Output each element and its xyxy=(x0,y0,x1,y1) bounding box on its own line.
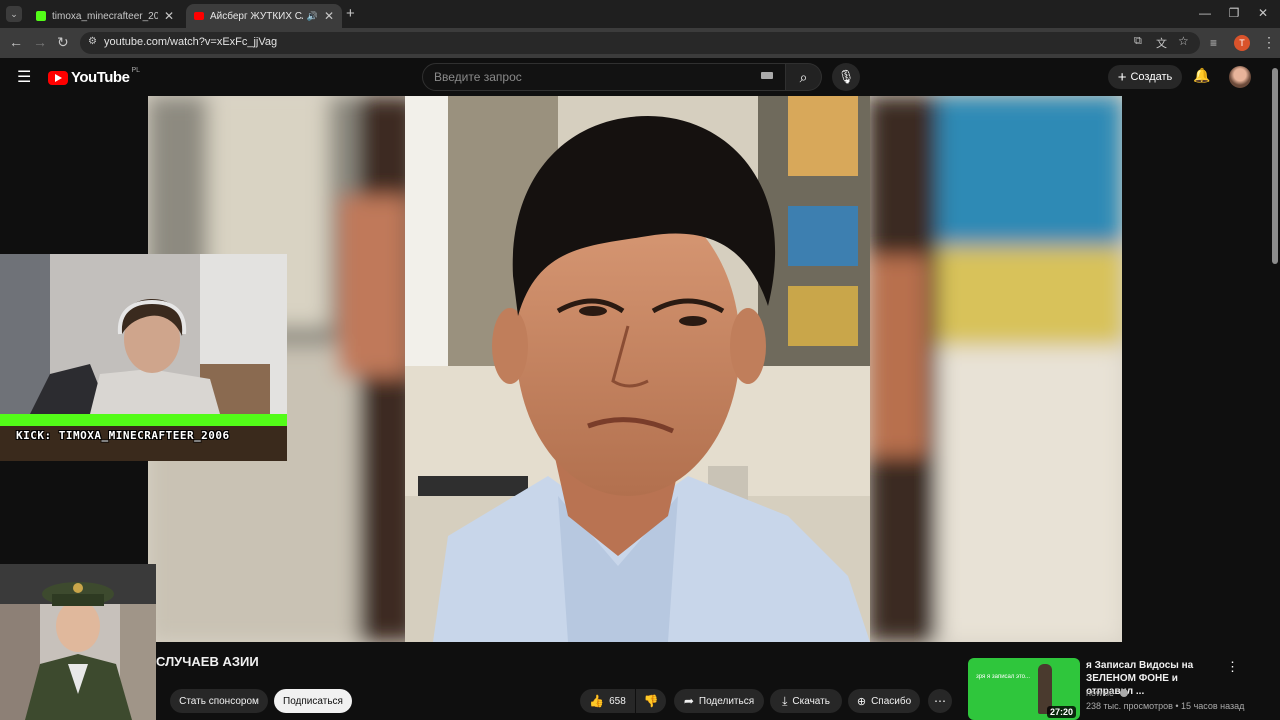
notifications-bell-icon[interactable]: 🔔 xyxy=(1193,67,1210,84)
keyboard-icon[interactable] xyxy=(761,72,773,79)
close-window-icon[interactable]: ✕ xyxy=(1248,6,1278,20)
sponsor-button[interactable]: Стать спонсором xyxy=(170,689,268,713)
like-count: 658 xyxy=(609,695,626,707)
subscribe-button[interactable]: Подписаться xyxy=(274,689,352,713)
share-icon: ➦ xyxy=(683,694,694,708)
webcam-image xyxy=(0,254,287,414)
close-tab-icon[interactable]: ✕ xyxy=(164,9,174,23)
tab-search-button[interactable]: ⌄ xyxy=(6,6,22,22)
video-duration: 27:20 xyxy=(1046,706,1076,718)
soldier-photo-overlay xyxy=(0,564,156,720)
search-placeholder: Введите запрос xyxy=(434,70,522,84)
thanks-icon: ⊕ xyxy=(856,695,867,708)
minimize-icon[interactable]: — xyxy=(1190,6,1220,20)
webcam-overlay: KICK: TIMOXA_MINECRAFTEER_2006 xyxy=(0,254,287,461)
url-text: youtube.com/watch?v=xExFc_jjVag xyxy=(104,36,278,48)
thanks-button[interactable]: ⊕ Спасибо xyxy=(848,689,920,713)
install-app-icon[interactable]: ⧉ xyxy=(1134,35,1142,48)
more-actions-button[interactable]: ⋯ xyxy=(928,689,952,713)
site-info-icon[interactable]: ⚙ xyxy=(88,36,97,47)
dislike-button[interactable]: 👎 xyxy=(636,689,666,713)
thumbnail-caption: зря я записал это... xyxy=(976,674,1030,680)
sponsor-label: Стать спонсором xyxy=(179,695,259,707)
translate-icon[interactable]: 文 xyxy=(1156,35,1167,51)
tab-title: Айсберг ЖУТКИХ СЛУЧАЕВ xyxy=(210,10,303,22)
scrollbar-thumb[interactable] xyxy=(1272,68,1278,264)
tab-title: timoxa_minecrafteer_2006 Strea xyxy=(52,10,158,22)
search-input[interactable]: Введите запрос xyxy=(422,63,786,91)
thumbs-up-icon: 👍 xyxy=(589,694,605,708)
download-icon: ⤓ xyxy=(782,693,788,708)
search-button[interactable]: ⌕ xyxy=(786,63,822,91)
youtube-header: ☰ YouTube PL Введите запрос ⌕ 🎙 + Создат… xyxy=(0,58,1270,96)
region-code: PL xyxy=(131,67,140,74)
recommendation-meta: 238 тыс. просмотров • 15 часов назад xyxy=(1086,701,1245,711)
kick-favicon-icon xyxy=(36,11,46,21)
voice-search-button[interactable]: 🎙 xyxy=(832,63,860,91)
youtube-logo[interactable]: YouTube PL xyxy=(48,67,140,86)
kick-banner: KICK: TIMOXA_MINECRAFTEER_2006 xyxy=(0,414,287,461)
hamburger-menu-icon[interactable]: ☰ xyxy=(17,67,31,87)
maximize-icon[interactable]: ❐ xyxy=(1219,6,1249,20)
microphone-icon: 🎙 xyxy=(837,69,855,84)
youtube-logo-text: YouTube xyxy=(71,69,130,86)
create-label: Создать xyxy=(1130,71,1173,83)
page-scrollbar[interactable] xyxy=(1270,58,1280,720)
recommendation-menu-icon[interactable]: ⋮ xyxy=(1226,659,1239,675)
video-frame xyxy=(148,96,1122,642)
share-label: Поделиться xyxy=(698,695,755,707)
audio-playing-icon[interactable]: 🔊 xyxy=(307,11,318,22)
thanks-label: Спасибо xyxy=(871,695,912,707)
tab-kick-stream[interactable]: timoxa_minecrafteer_2006 Strea ✕ xyxy=(28,4,182,28)
search-icon: ⌕ xyxy=(799,69,808,85)
browser-tab-strip: ⌄ timoxa_minecrafteer_2006 Strea ✕ Айсбе… xyxy=(0,0,1280,28)
tab-youtube-video[interactable]: Айсберг ЖУТКИХ СЛУЧАЕВ 🔊 ✕ xyxy=(186,4,342,28)
browser-toolbar: ← → ↻ ⚙ youtube.com/watch?v=xExFc_jjVag … xyxy=(0,28,1280,58)
create-button[interactable]: + Создать xyxy=(1108,65,1182,89)
video-title: СЛУЧАЕВ АЗИИ xyxy=(156,654,259,669)
chrome-menu-icon[interactable]: ⋮ xyxy=(1262,34,1276,51)
youtube-favicon-icon xyxy=(194,12,204,20)
like-button[interactable]: 👍 658 xyxy=(580,689,635,713)
account-avatar[interactable] xyxy=(1229,66,1251,88)
close-tab-icon[interactable]: ✕ xyxy=(324,9,334,23)
video-player[interactable] xyxy=(148,96,1122,642)
kick-channel-text: KICK: TIMOXA_MINECRAFTEER_2006 xyxy=(16,429,230,442)
channel-name: nowkie xyxy=(1086,688,1115,698)
address-bar[interactable]: ⚙ youtube.com/watch?v=xExFc_jjVag ⧉ 文 ☆ xyxy=(80,32,1200,54)
back-icon[interactable]: ← xyxy=(9,34,23,50)
subscribe-label: Подписаться xyxy=(283,695,343,707)
share-button[interactable]: ➦ Поделиться xyxy=(674,689,764,713)
forward-icon[interactable]: → xyxy=(33,34,47,50)
recommendation-channel[interactable]: nowkie xyxy=(1086,688,1128,698)
download-button[interactable]: ⤓ Скачать xyxy=(770,689,842,713)
bookmark-star-icon[interactable]: ☆ xyxy=(1178,34,1189,48)
download-label: Скачать xyxy=(792,695,830,707)
youtube-play-logo-icon xyxy=(48,70,68,85)
thumbs-down-icon: 👎 xyxy=(643,694,659,708)
verified-icon xyxy=(1119,689,1128,697)
soldier-photo xyxy=(0,564,156,720)
new-tab-button[interactable]: + xyxy=(346,5,355,22)
reload-icon[interactable]: ↻ xyxy=(57,34,69,51)
more-icon: ⋯ xyxy=(934,694,946,708)
media-controls-icon[interactable]: ≡ xyxy=(1210,36,1217,50)
recommendation-thumbnail[interactable]: зря я записал это... 27:20 xyxy=(968,658,1080,720)
profile-avatar[interactable]: T xyxy=(1234,35,1250,51)
plus-icon: + xyxy=(1117,68,1127,86)
